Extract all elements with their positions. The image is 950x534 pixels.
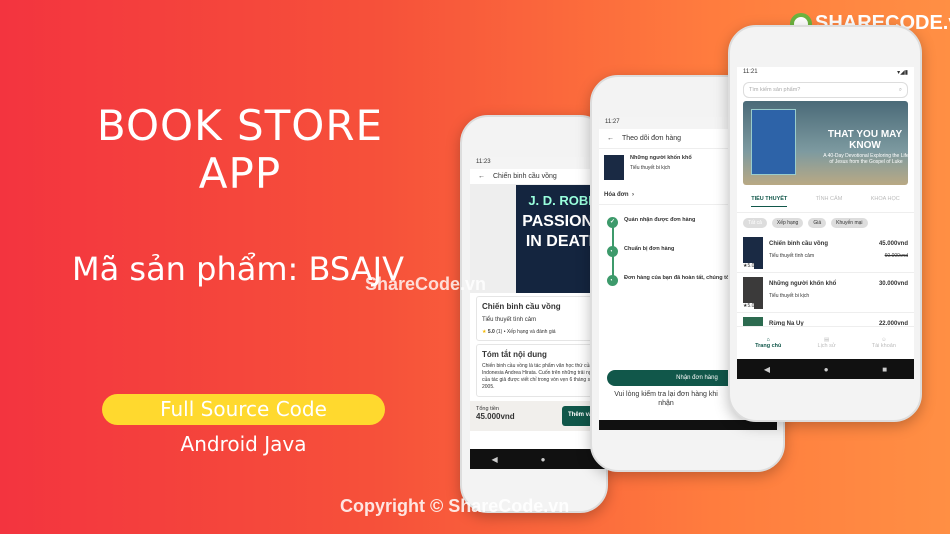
banner-carousel[interactable]: THAT YOU MAY KNOW A 40-Day Devotional Ex…: [743, 101, 909, 185]
book-info-card: Chiến binh cầu vồng Tiểu thuyết tình cảm…: [476, 296, 604, 341]
detail-screen: 11:23 ← Chiến binh cầu vồng J. D. ROBB PA…: [470, 157, 610, 469]
nav-account[interactable]: ☺ Tài khoản: [872, 337, 896, 349]
book-item[interactable]: ★5.0 Chiến binh cầu vồng Tiểu thuyết tình …: [737, 233, 914, 273]
product-code: Mã sản phẩm: BSAJV: [72, 250, 404, 288]
copyright: Copyright © ShareCode.vn: [340, 496, 570, 516]
tab-science[interactable]: KHOA HỌC: [871, 196, 900, 207]
book-item[interactable]: ★5.0 Những người khốn khổ Tiểu thuyết bi k…: [737, 273, 914, 313]
tab-romance[interactable]: TÌNH CẢM: [816, 196, 843, 207]
bottom-nav: ⌂ Trang chủ ▤ Lịch sử ☺ Tài khoản: [737, 337, 914, 349]
detail-header: ← Chiến binh cầu vồng: [470, 169, 610, 185]
filter-rating[interactable]: Xếp hạng: [771, 218, 804, 228]
nav-back-icon[interactable]: ◀: [492, 455, 498, 464]
watermark: ShareCode.vn: [365, 274, 487, 294]
check-order-note: Vui lòng kiểm tra lại đơn hàng khi nhận: [614, 391, 718, 407]
category-tabs: TIỂU THUYẾT TÌNH CẢM KHOA HỌC: [737, 188, 914, 213]
nav-home-icon[interactable]: ●: [541, 455, 546, 464]
search-icon: ⌕: [898, 87, 902, 93]
promo-title: BOOK STORE APP: [96, 101, 384, 198]
home-screen: 11:21 ▾◢▮ Tìm kiếm sản phẩm? ⌕ THAT YOU MA…: [737, 67, 914, 379]
nav-recents-icon[interactable]: ■: [882, 365, 887, 374]
filter-all[interactable]: Tất cả: [743, 218, 767, 228]
rating-link[interactable]: Xếp hạng và đánh giá: [507, 329, 556, 335]
search-input[interactable]: Tìm kiếm sản phẩm? ⌕: [743, 82, 908, 98]
book-thumbnail: [604, 155, 624, 180]
filter-price[interactable]: Giá: [808, 218, 827, 228]
filter-promo[interactable]: Khuyến mại: [831, 218, 868, 228]
book-item[interactable]: Rừng Na Uy 22.000vnd: [737, 313, 914, 327]
nav-history[interactable]: ▤ Lịch sử: [818, 337, 836, 349]
nav-home-icon[interactable]: ●: [824, 365, 829, 374]
summary-card: Tóm tắt nội dung Chiến binh cầu vồng là …: [476, 344, 610, 397]
platform-label: Android Java: [180, 432, 307, 456]
total-bar: Tổng tiền 45.000vnd Thêm vào: [470, 401, 610, 431]
status-icons: ▾◢▮: [897, 70, 908, 76]
full-source-badge: Full Source Code: [102, 394, 385, 425]
filter-chips: Tất cả Xếp hạng Giá Khuyến mại: [737, 213, 914, 233]
android-nav: ◀ ●: [470, 449, 610, 469]
star-icon: ★: [482, 329, 487, 335]
back-icon[interactable]: ←: [478, 173, 485, 180]
book-thumbnail: [743, 317, 763, 326]
android-nav: ◀ ● ■: [737, 359, 914, 379]
tab-novel[interactable]: TIỂU THUYẾT: [751, 196, 788, 207]
nav-home[interactable]: ⌂ Trang chủ: [755, 337, 781, 349]
phone-detail: 11:23 ← Chiến binh cầu vồng J. D. ROBB PA…: [460, 115, 610, 513]
nav-back-icon[interactable]: ◀: [764, 365, 770, 374]
book-thumbnail: ★5.0: [743, 277, 763, 309]
book-thumbnail: ★5.0: [743, 237, 763, 269]
banner-book: [751, 109, 796, 175]
back-icon[interactable]: ←: [607, 135, 614, 142]
phone-home: 11:21 ▾◢▮ Tìm kiếm sản phẩm? ⌕ THAT YOU MA…: [728, 25, 922, 422]
